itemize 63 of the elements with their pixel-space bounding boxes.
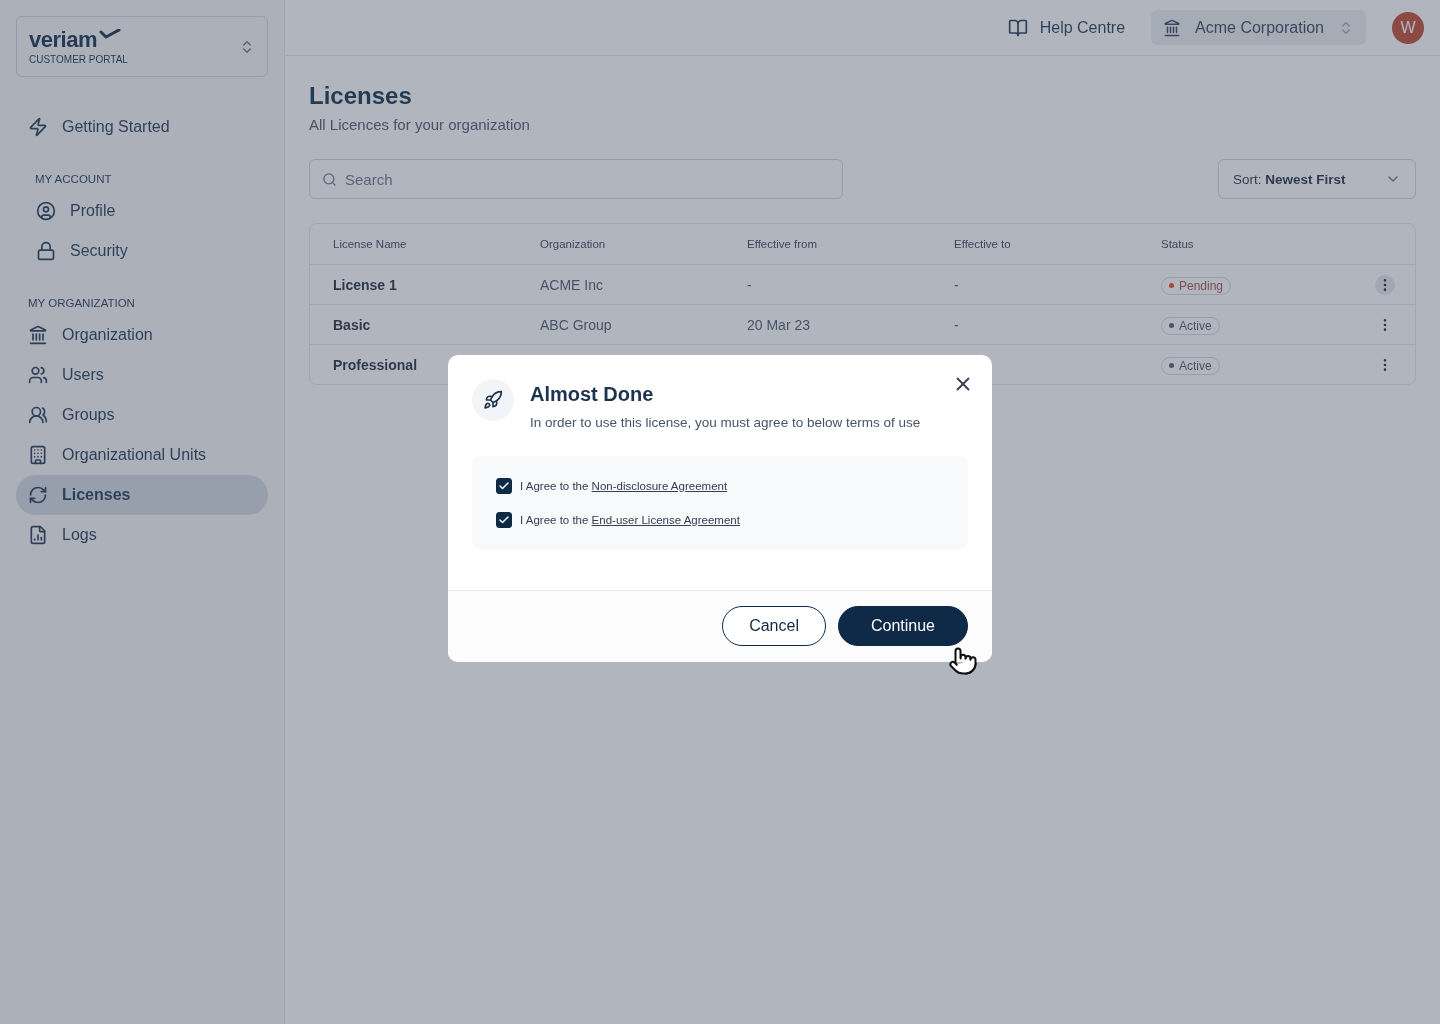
column-header: Effective to: [954, 238, 1012, 250]
column-header: Effective from: [747, 238, 819, 250]
search-field[interactable]: Search: [309, 159, 843, 199]
table-cell-text: Professional: [333, 356, 419, 373]
rocket-icon: [472, 379, 514, 421]
column-header: Status: [1161, 238, 1195, 250]
page-subtitle: All Licences for your organization: [309, 116, 531, 133]
book-icon: [1007, 17, 1028, 38]
table-cell-text: -: [954, 276, 960, 293]
continue-button[interactable]: Continue: [837, 606, 968, 646]
search-input[interactable]: Search: [343, 169, 830, 189]
nav-item[interactable]: Groups: [16, 395, 268, 435]
table-cell-text: 20 Mar 23: [747, 316, 812, 333]
more-button[interactable]: [1375, 274, 1395, 295]
section-title: MY ORGANIZATION: [27, 297, 136, 309]
nav-item[interactable]: Licenses: [16, 475, 268, 515]
cancel-button[interactable]: Cancel: [722, 606, 826, 646]
document-chart-icon: [28, 525, 48, 545]
checkbox[interactable]: [496, 478, 512, 494]
page-title: Licenses: [309, 82, 413, 110]
nav-item[interactable]: Logs: [16, 515, 268, 555]
tick-icon: [98, 28, 121, 41]
column-header: Organization: [540, 238, 607, 250]
section-title: MY ACCOUNT: [34, 173, 113, 185]
table-cell-text: Basic: [333, 316, 372, 333]
agreement-text: I Agree to the End-user License Agreement: [520, 514, 740, 526]
building-icon: [28, 445, 48, 465]
check-icon: [498, 480, 510, 492]
agreement-link[interactable]: Non-disclosure Agreement: [591, 480, 728, 492]
nav-item[interactable]: Users: [16, 355, 268, 395]
bank-icon: [1163, 18, 1182, 37]
column-header: License Name: [333, 238, 408, 250]
lightning-icon: [28, 117, 48, 137]
nav-item[interactable]: Security: [16, 231, 268, 271]
brand-card[interactable]: veriam CUSTOMER PORTAL: [16, 16, 268, 77]
table-cell-text: -: [954, 316, 960, 333]
table-cell-text: -: [747, 276, 753, 293]
table-cell-text: ACME Inc: [540, 276, 604, 293]
refresh-icon: [28, 485, 48, 505]
organization-selector[interactable]: Acme Corporation: [1151, 10, 1366, 45]
agreement-text: I Agree to the Non-disclosure Agreement: [520, 480, 728, 492]
dialog-message: In order to use this license, you must agree to below terms of use: [530, 415, 921, 430]
check-icon: [498, 514, 510, 526]
checkbox[interactable]: [496, 512, 512, 528]
nav-item[interactable]: Organization: [16, 315, 268, 355]
nav-item[interactable]: Organizational Units: [16, 435, 268, 475]
table-cell-text: ABC Group: [540, 316, 613, 333]
help-link[interactable]: Help Centre: [1007, 17, 1126, 38]
nav-item[interactable]: Profile: [16, 191, 268, 231]
dialog-title: Almost Done: [530, 383, 655, 406]
nav-item[interactable]: Getting Started: [16, 107, 268, 147]
group-icon: [28, 405, 48, 425]
bank-icon: [28, 325, 48, 345]
brand-logo: veriam: [29, 28, 97, 51]
sort-dropdown[interactable]: Sort: Newest First: [1218, 159, 1416, 199]
user-circle-icon: [36, 201, 56, 221]
users-icon: [28, 365, 48, 385]
table-cell-text: License 1: [333, 276, 398, 293]
brand-subtitle: CUSTOMER PORTAL: [29, 53, 128, 65]
user-avatar[interactable]: W: [1392, 11, 1424, 44]
agreement-link[interactable]: End-user License Agreement: [591, 514, 740, 526]
lock-icon: [36, 241, 56, 261]
search-icon: [322, 171, 337, 187]
